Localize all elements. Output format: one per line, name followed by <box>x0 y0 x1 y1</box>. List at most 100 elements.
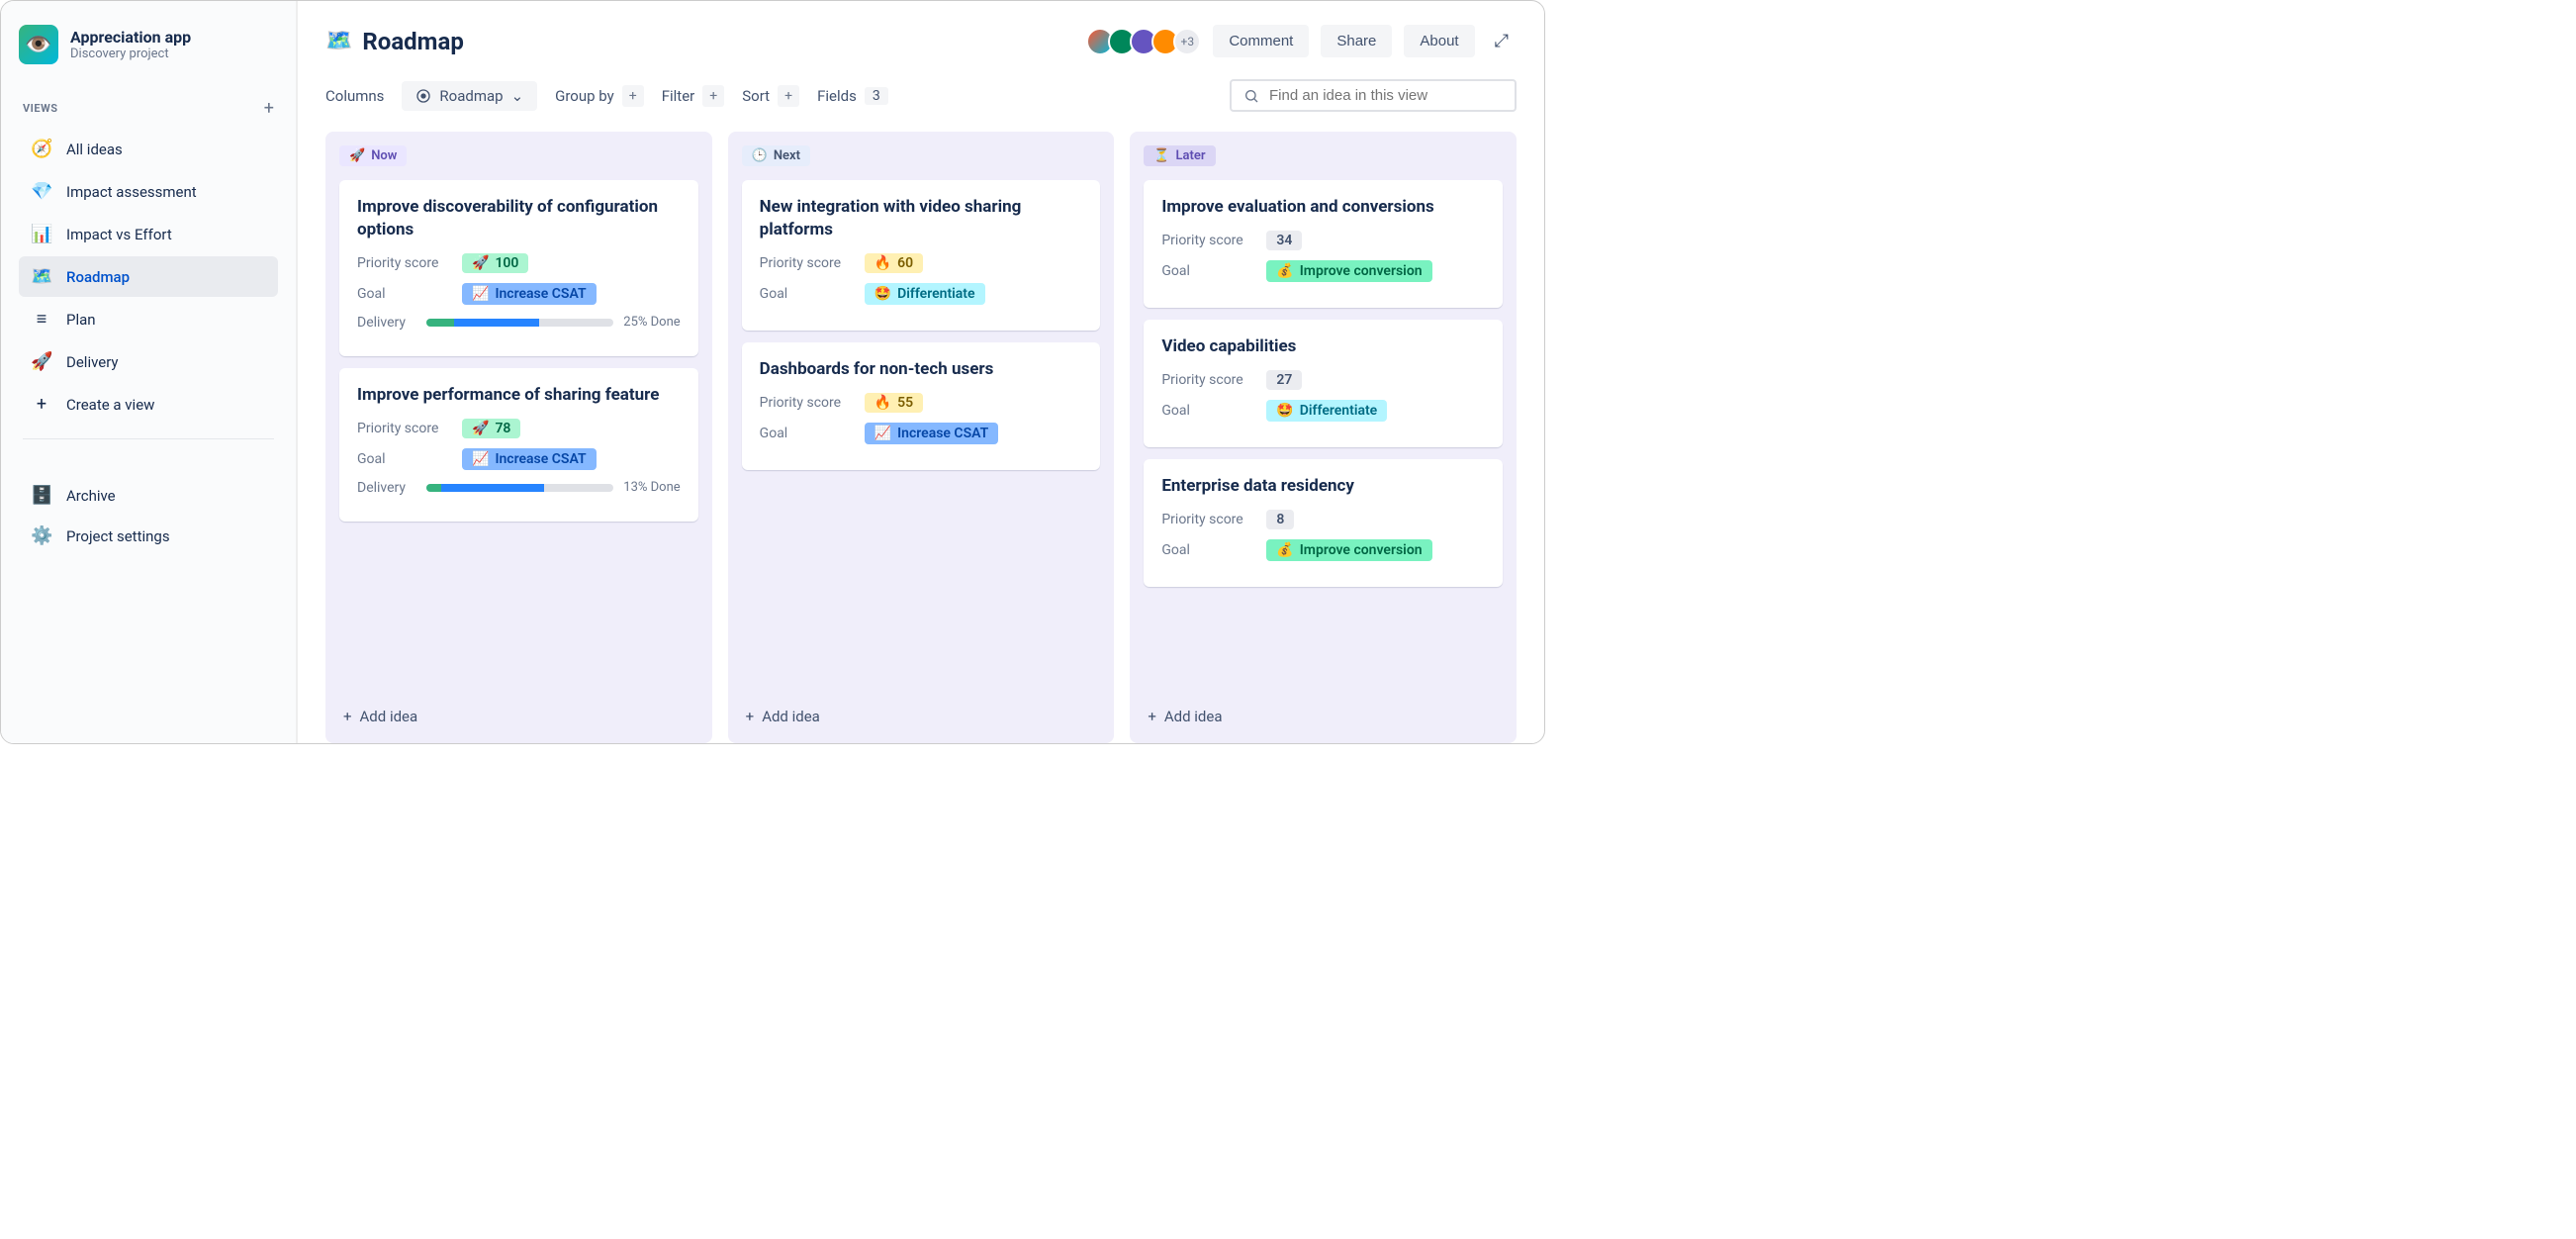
goal-label: Goal <box>760 426 851 441</box>
plus-icon: + <box>622 85 644 107</box>
add-idea-label: Add idea <box>1164 708 1223 725</box>
main: 🗺️ Roadmap +3 Comment Share About ⤢ Colu… <box>298 1 1544 743</box>
goal-text: Differentiate <box>897 286 974 302</box>
priority-row: Priority score34 <box>1161 231 1485 250</box>
delivery-label: Delivery <box>357 480 413 496</box>
goal-text: Increase CSAT <box>495 451 586 467</box>
card-title: Improve performance of sharing feature <box>357 384 681 407</box>
idea-card[interactable]: Improve evaluation and conversionsPriori… <box>1144 180 1503 308</box>
idea-card[interactable]: Improve performance of sharing featurePr… <box>339 368 698 522</box>
card-title: Dashboards for non-tech users <box>760 358 1083 381</box>
priority-row: Priority score🔥55 <box>760 393 1083 413</box>
add-view-icon[interactable]: + <box>264 98 274 119</box>
goal-icon: 📈 <box>472 286 489 302</box>
comment-button[interactable]: Comment <box>1213 25 1309 57</box>
priority-label: Priority score <box>760 255 851 271</box>
priority-row: Priority score 27 <box>1161 370 1485 390</box>
sidebar-item-impact-assessment[interactable]: 💎Impact assessment <box>19 171 278 212</box>
goal-badge: 📈Increase CSAT <box>462 283 597 305</box>
goal-label: Goal <box>357 286 448 302</box>
search-input[interactable] <box>1269 87 1503 104</box>
diamond-icon: 💎 <box>31 181 52 202</box>
score-value: 34 <box>1276 233 1292 248</box>
board-column: 🕒Next New integration with video sharing … <box>728 132 1115 743</box>
priority-label: Priority score <box>760 395 851 411</box>
goal-text: Increase CSAT <box>897 426 988 441</box>
idea-card[interactable]: New integration with video sharing platf… <box>742 180 1101 331</box>
columns-menu[interactable]: Columns <box>325 87 384 105</box>
column-header-label: Later <box>1176 148 1206 163</box>
search-box[interactable] <box>1230 79 1517 112</box>
topbar: 🗺️ Roadmap +3 Comment Share About ⤢ <box>325 25 1517 57</box>
board: 🚀 Now Improve discoverability of configura… <box>325 132 1517 743</box>
add-idea-button[interactable]: +Add idea <box>742 698 1101 729</box>
share-button[interactable]: Share <box>1321 25 1392 57</box>
add-idea-button[interactable]: + Add idea <box>1144 698 1503 729</box>
filter-menu[interactable]: Filter+ <box>662 85 725 107</box>
score-icon: 🚀 <box>472 255 489 271</box>
delivery-row: Delivery25% Done <box>357 315 681 331</box>
priority-score-badge: 27 <box>1266 370 1302 390</box>
expand-icon[interactable]: ⤢ <box>1487 27 1517 55</box>
add-idea-button[interactable]: +Add idea <box>339 698 698 729</box>
roadmap-label: Roadmap <box>439 87 503 105</box>
sidebar-item-plan[interactable]: ≡Plan <box>19 299 278 339</box>
goal-text: Differentiate <box>1300 403 1377 419</box>
goal-icon: 💰 <box>1276 542 1293 558</box>
priority-label: Priority score <box>357 255 448 271</box>
card-title: New integration with video sharing platf… <box>760 196 1083 241</box>
top-right: +3 Comment Share About ⤢ <box>1086 25 1517 57</box>
views-label: VIEWS <box>23 102 58 115</box>
goal-label: Goal <box>1161 403 1252 419</box>
avatar-more[interactable]: +3 <box>1173 28 1201 55</box>
goal-label: Goal <box>760 286 851 302</box>
sidebar-item-label: Create a view <box>66 396 154 414</box>
score-value: 55 <box>897 395 913 411</box>
idea-card[interactable]: Video capabilitiesPriority score27Goal🤩D… <box>1144 320 1503 447</box>
fields-menu[interactable]: Fields3 <box>817 87 888 105</box>
groupby-menu[interactable]: Group by+ <box>555 85 644 107</box>
column-header-label: Next <box>774 148 800 163</box>
map-icon: 🗺️ <box>325 29 352 53</box>
sidebar-item-archive[interactable]: 🗄️ Archive <box>19 475 278 516</box>
score-value: 100 <box>495 255 518 271</box>
chevron-down-icon: ⌄ <box>511 87 524 105</box>
score-icon: 🚀 <box>472 421 489 436</box>
page-title: 🗺️ Roadmap <box>325 28 464 55</box>
plus-icon: + <box>1148 708 1156 725</box>
add-idea-label: Add idea <box>762 708 820 725</box>
archive-icon: 🗄️ <box>31 485 52 506</box>
sidebar-item-create-view[interactable]: +Create a view <box>19 384 278 425</box>
sidebar-item-impact-vs-effort[interactable]: 📊Impact vs Effort <box>19 214 278 254</box>
priority-row: Priority score 8 <box>1161 510 1485 529</box>
sidebar-item-all-ideas[interactable]: 🧭All ideas <box>19 129 278 169</box>
goal-label: Goal <box>1161 263 1252 279</box>
idea-card[interactable]: Improve discoverability of configuration… <box>339 180 698 356</box>
roadmap-column-selector[interactable]: Roadmap ⌄ <box>402 81 537 111</box>
priority-score-badge: 8 <box>1266 510 1294 529</box>
column-header: 🕒Next <box>742 145 810 166</box>
fields-count: 3 <box>865 87 888 105</box>
sidebar-item-roadmap[interactable]: 🗺️Roadmap <box>19 256 278 297</box>
goal-label: Goal <box>357 451 448 467</box>
idea-card[interactable]: Dashboards for non-tech users Priority sc… <box>742 342 1101 470</box>
priority-label: Priority score <box>1161 372 1252 388</box>
priority-row: Priority score 🚀 100 <box>357 253 681 273</box>
sidebar-item-delivery[interactable]: 🚀Delivery <box>19 341 278 382</box>
card-title: Video capabilities <box>1161 335 1485 358</box>
delivery-text: 25% Done <box>623 315 680 330</box>
about-button[interactable]: About <box>1404 25 1474 57</box>
gear-icon: ⚙️ <box>31 525 52 546</box>
column-header-label: Now <box>371 148 397 163</box>
sort-menu[interactable]: Sort+ <box>742 85 799 107</box>
sidebar-item-label: Archive <box>66 487 116 505</box>
idea-card[interactable]: Enterprise data residencyPriority score8… <box>1144 459 1503 587</box>
priority-score-badge: 🚀 100 <box>462 253 528 273</box>
sidebar-item-project-settings[interactable]: ⚙️Project settings <box>19 516 278 556</box>
priority-row: Priority score🔥60 <box>760 253 1083 273</box>
goal-row: Goal📈Increase CSAT <box>760 423 1083 444</box>
score-value: 27 <box>1276 372 1292 388</box>
plus-icon: + <box>778 85 799 107</box>
sidebar-item-label: Plan <box>66 311 96 329</box>
priority-label: Priority score <box>1161 512 1252 527</box>
